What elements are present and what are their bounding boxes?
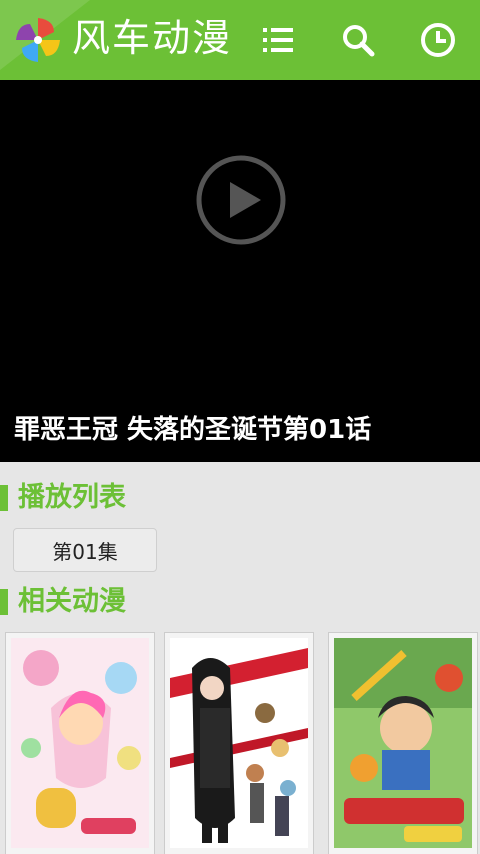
search-icon	[343, 25, 375, 57]
history-clock-icon	[421, 23, 455, 57]
related-anime-card[interactable]	[164, 632, 314, 854]
related-section-header: 相关动漫	[0, 585, 480, 619]
category-list-button[interactable]	[254, 16, 302, 64]
guilty-crown-style-poster	[170, 638, 308, 848]
video-title: 罪恶王冠 失落的圣诞节第01话	[14, 415, 372, 445]
history-button[interactable]	[414, 16, 462, 64]
search-button[interactable]	[334, 16, 382, 64]
playlist-heading: 播放列表	[18, 482, 126, 513]
related-anime-card[interactable]	[328, 632, 478, 854]
section-accent-bar	[0, 485, 8, 511]
related-anime-card[interactable]	[5, 632, 155, 854]
magical-girl-anime-poster	[11, 638, 149, 848]
app-title: 风车动漫	[72, 16, 233, 60]
app-header: 风车动漫	[0, 0, 480, 80]
playlist-section-header: 播放列表	[0, 481, 480, 515]
play-icon[interactable]	[195, 154, 287, 246]
adventure-anime-poster	[334, 638, 472, 848]
pinwheel-logo-icon	[16, 18, 60, 62]
related-heading: 相关动漫	[18, 586, 126, 617]
list-icon	[263, 28, 293, 52]
section-accent-bar	[0, 589, 8, 615]
episode-button[interactable]: 第01集	[13, 528, 157, 572]
video-player[interactable]: 罪恶王冠 失落的圣诞节第01话	[0, 80, 480, 462]
